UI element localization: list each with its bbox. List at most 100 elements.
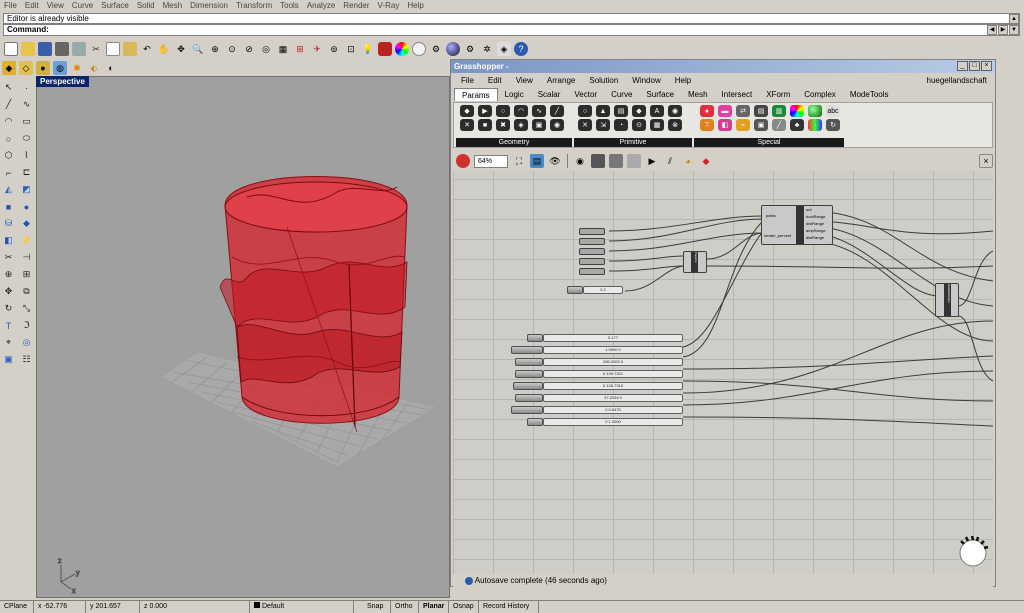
point-icon[interactable]: · bbox=[19, 80, 34, 95]
button-icon[interactable]: ◧ bbox=[718, 119, 732, 131]
arc-icon[interactable]: ◠ bbox=[1, 114, 16, 129]
arc-param-icon[interactable]: ◠ bbox=[514, 105, 528, 117]
render-icon[interactable] bbox=[412, 42, 426, 56]
slider-small[interactable]: 0 2 bbox=[583, 286, 623, 294]
menu-curve[interactable]: Curve bbox=[72, 0, 93, 12]
scroll-up-button[interactable]: ▲ bbox=[1009, 14, 1019, 24]
perspective-viewport[interactable]: z y x bbox=[36, 76, 450, 598]
menu-analyze[interactable]: Analyze bbox=[307, 0, 335, 12]
slider-icon[interactable]: ⇄ bbox=[736, 105, 750, 117]
copy-tool-icon[interactable]: ⧉ bbox=[19, 284, 34, 299]
ellipse-icon[interactable]: ⬭ bbox=[19, 131, 34, 146]
brep-param-icon[interactable]: ✖ bbox=[496, 119, 510, 131]
save-icon[interactable] bbox=[38, 42, 52, 56]
gradient-icon[interactable]: ● bbox=[700, 105, 714, 117]
zoom-select[interactable]: 64% bbox=[474, 154, 508, 168]
snap-end-icon[interactable]: ◆ bbox=[2, 60, 16, 75]
status-ortho[interactable]: Ortho bbox=[391, 601, 419, 613]
undo-icon[interactable]: ↶ bbox=[140, 42, 154, 56]
red-cylinder-mesh[interactable] bbox=[219, 176, 408, 433]
gh-menu-solution[interactable]: Solution bbox=[589, 74, 618, 87]
lightbulb-icon[interactable]: 💡 bbox=[361, 42, 375, 56]
dimension-icon[interactable]: T bbox=[1, 318, 16, 333]
shade-icon[interactable] bbox=[378, 42, 392, 56]
menu-vray[interactable]: V-Ray bbox=[378, 0, 400, 12]
fillet-icon[interactable]: ⌐ bbox=[1, 165, 16, 180]
enable-icon[interactable] bbox=[627, 154, 641, 168]
tab-params[interactable]: Params bbox=[454, 88, 498, 101]
zoom-extents-icon[interactable]: ⊙ bbox=[225, 42, 239, 56]
slider-handle-3[interactable] bbox=[515, 358, 543, 366]
named-views-icon[interactable]: ⊞ bbox=[293, 42, 307, 56]
move-icon[interactable]: ✥ bbox=[1, 284, 16, 299]
menu-surface[interactable]: Surface bbox=[101, 0, 129, 12]
zoom-window-icon[interactable]: ⊕ bbox=[208, 42, 222, 56]
gh-menu-file[interactable]: File bbox=[461, 74, 474, 87]
properties-icon[interactable]: ☷ bbox=[19, 352, 34, 367]
import-icon[interactable] bbox=[72, 42, 86, 56]
text-tag-icon[interactable]: abc bbox=[826, 105, 840, 117]
join-icon[interactable]: ⊕ bbox=[1, 267, 16, 282]
time-param-icon[interactable]: ◔ bbox=[614, 119, 628, 131]
polyline-icon[interactable]: ╱ bbox=[1, 97, 16, 112]
select-icon[interactable]: ↖ bbox=[1, 80, 16, 95]
sphere-tool-icon[interactable]: ● bbox=[19, 199, 34, 214]
plane-param-icon[interactable]: ✕ bbox=[460, 119, 474, 131]
rectangle-icon[interactable]: ▭ bbox=[19, 114, 34, 129]
data-definition-component[interactable]: DataDefinition bbox=[935, 283, 959, 317]
menu-view[interactable]: View bbox=[47, 0, 64, 12]
curve-param-icon[interactable]: ∿ bbox=[532, 105, 546, 117]
sphere-preview-icon[interactable]: · bbox=[808, 105, 822, 117]
vray-icon[interactable]: ◈ bbox=[497, 42, 511, 56]
colour-wheel-icon[interactable]: · bbox=[790, 105, 804, 117]
canvas-navigation-widget[interactable] bbox=[953, 531, 993, 571]
mesh-tool-icon[interactable]: ◆ bbox=[19, 216, 34, 231]
tab-modetools[interactable]: ModeTools bbox=[843, 88, 896, 101]
input-param-1[interactable] bbox=[579, 228, 605, 235]
extrude-icon[interactable]: ◩ bbox=[19, 182, 34, 197]
sketch-icon[interactable] bbox=[456, 154, 470, 168]
help-icon[interactable]: ? bbox=[514, 42, 528, 56]
tab-intersect[interactable]: Intersect bbox=[715, 88, 760, 101]
scroll-down-button[interactable]: ▼ bbox=[1009, 25, 1019, 35]
gh-menu-window[interactable]: Window bbox=[632, 74, 660, 87]
number-slider-2[interactable]: 1.0000 0 bbox=[543, 346, 683, 354]
input-param-3[interactable] bbox=[579, 248, 605, 255]
scribble-icon[interactable]: ▣ bbox=[754, 119, 768, 131]
snap-perp-icon[interactable]: ◐ bbox=[104, 61, 118, 75]
line-param-icon[interactable]: ╱ bbox=[550, 105, 564, 117]
render-tool-icon[interactable]: ◎ bbox=[19, 335, 34, 350]
params-component[interactable]: Params bbox=[683, 251, 707, 273]
domain-param-icon[interactable]: ◆ bbox=[632, 105, 646, 117]
open-file-icon[interactable] bbox=[21, 42, 35, 56]
rotate-icon[interactable]: ↻ bbox=[1, 301, 16, 316]
snap-point-icon[interactable]: ● bbox=[36, 60, 50, 75]
number-slider-1[interactable]: 0.177 bbox=[543, 334, 683, 342]
param-viewer-icon[interactable]: ╱ bbox=[772, 119, 786, 131]
map-icon[interactable]: ▤ bbox=[530, 154, 544, 168]
split-icon[interactable]: ⊣ bbox=[19, 250, 34, 265]
scroll-right-button[interactable]: ▶ bbox=[998, 25, 1008, 35]
path-param-icon[interactable]: ⊙ bbox=[632, 119, 646, 131]
trim-icon[interactable]: ✂ bbox=[1, 250, 16, 265]
render-gem-icon[interactable]: ◆ bbox=[699, 154, 713, 168]
zoom-icon[interactable]: 🔍 bbox=[191, 42, 205, 56]
main-component[interactable]: paths render_percent out boolRange distR… bbox=[761, 205, 833, 245]
viewport-title[interactable]: Perspective bbox=[36, 76, 89, 87]
color-wheel-icon[interactable] bbox=[395, 42, 409, 56]
paste-icon[interactable] bbox=[123, 42, 137, 56]
snap-near-icon[interactable]: ◇ bbox=[19, 60, 33, 75]
lock-icon[interactable]: ⫽ bbox=[663, 154, 677, 168]
play-icon[interactable]: ▶ bbox=[645, 154, 659, 168]
snap-cen-icon[interactable]: ✱ bbox=[70, 61, 84, 75]
menu-solid[interactable]: Solid bbox=[137, 0, 155, 12]
mesh-param-icon[interactable]: ◈ bbox=[514, 119, 528, 131]
bool-toggle-icon[interactable]: ⊤ bbox=[700, 119, 714, 131]
number-slider-6[interactable]: 37.2034 0 bbox=[543, 394, 683, 402]
number-slider-7[interactable]: 0 0.6470 bbox=[543, 406, 683, 414]
command-prompt[interactable]: Command: bbox=[3, 24, 1020, 36]
text-icon[interactable]: ℑ bbox=[19, 318, 34, 333]
panel-icon[interactable]: ▤ bbox=[754, 105, 768, 117]
box-param-icon[interactable]: ■ bbox=[478, 119, 492, 131]
input-param-2[interactable] bbox=[579, 238, 605, 245]
